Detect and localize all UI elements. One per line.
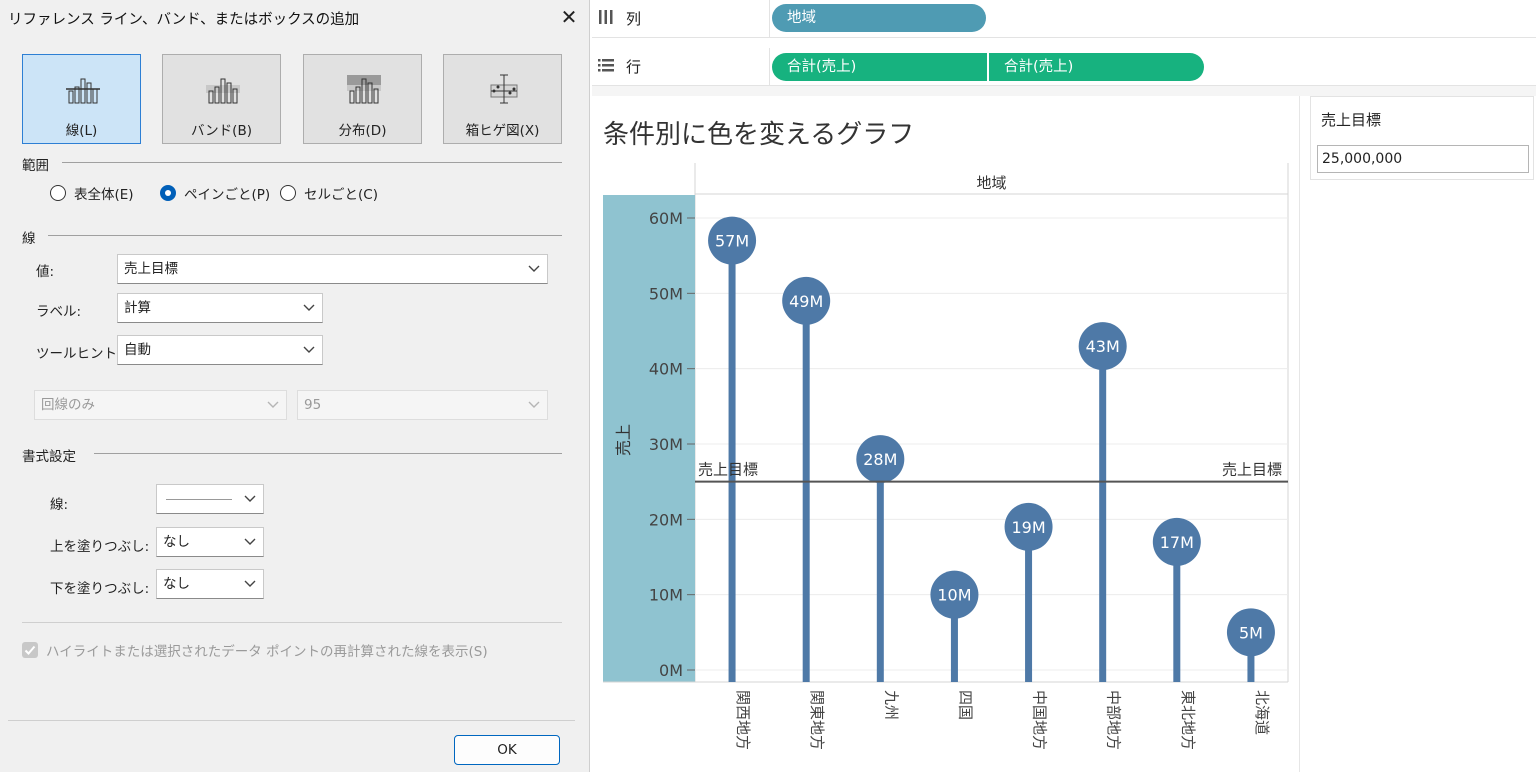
x-category-label: 関東地方: [808, 690, 826, 750]
reference-line-label-left: 売上目標: [698, 461, 758, 479]
parameter-title: 売上目標: [1321, 111, 1382, 129]
y-tick-label: 10M: [649, 586, 683, 605]
value-label: 57M: [715, 232, 749, 251]
parameter-card: 売上目標: [1310, 96, 1534, 180]
value-label: 28M: [863, 450, 897, 469]
x-category-label: 北海道: [1253, 690, 1271, 735]
column-header: 地域: [976, 174, 1006, 192]
y-tick-label: 40M: [649, 360, 683, 379]
y-tick-label: 30M: [649, 435, 683, 454]
x-category-label: 中部地方: [1105, 690, 1123, 750]
value-label: 5M: [1239, 623, 1263, 642]
x-category-label: 東北地方: [1179, 690, 1197, 750]
lollipop-stem: [802, 300, 810, 682]
y-tick-label: 50M: [649, 284, 683, 303]
value-label: 10M: [937, 586, 971, 605]
x-category-label: 九州: [882, 690, 900, 720]
lollipop-stem: [1099, 346, 1107, 682]
value-label: 19M: [1011, 518, 1045, 537]
value-label: 17M: [1160, 533, 1194, 552]
x-category-label: 中国地方: [1031, 690, 1049, 750]
x-category-label: 関西地方: [734, 690, 752, 750]
y-tick-label: 60M: [649, 209, 683, 228]
x-category-label: 四国: [956, 690, 974, 720]
value-label: 49M: [789, 292, 823, 311]
parameter-value-input[interactable]: [1317, 145, 1529, 173]
y-tick-label: 20M: [649, 510, 683, 529]
y-tick-label: 0M: [659, 661, 683, 680]
lollipop-chart: 地域売上 0M 10M 20M 30M 40M 50M 60M 57M 関西地方 49M 関東地方 28…: [603, 163, 1289, 750]
y-axis-label: 売上: [614, 424, 633, 456]
value-label: 43M: [1086, 337, 1120, 356]
lollipop-stem: [876, 459, 884, 682]
reference-line-label-right: 売上目標: [1222, 461, 1282, 479]
